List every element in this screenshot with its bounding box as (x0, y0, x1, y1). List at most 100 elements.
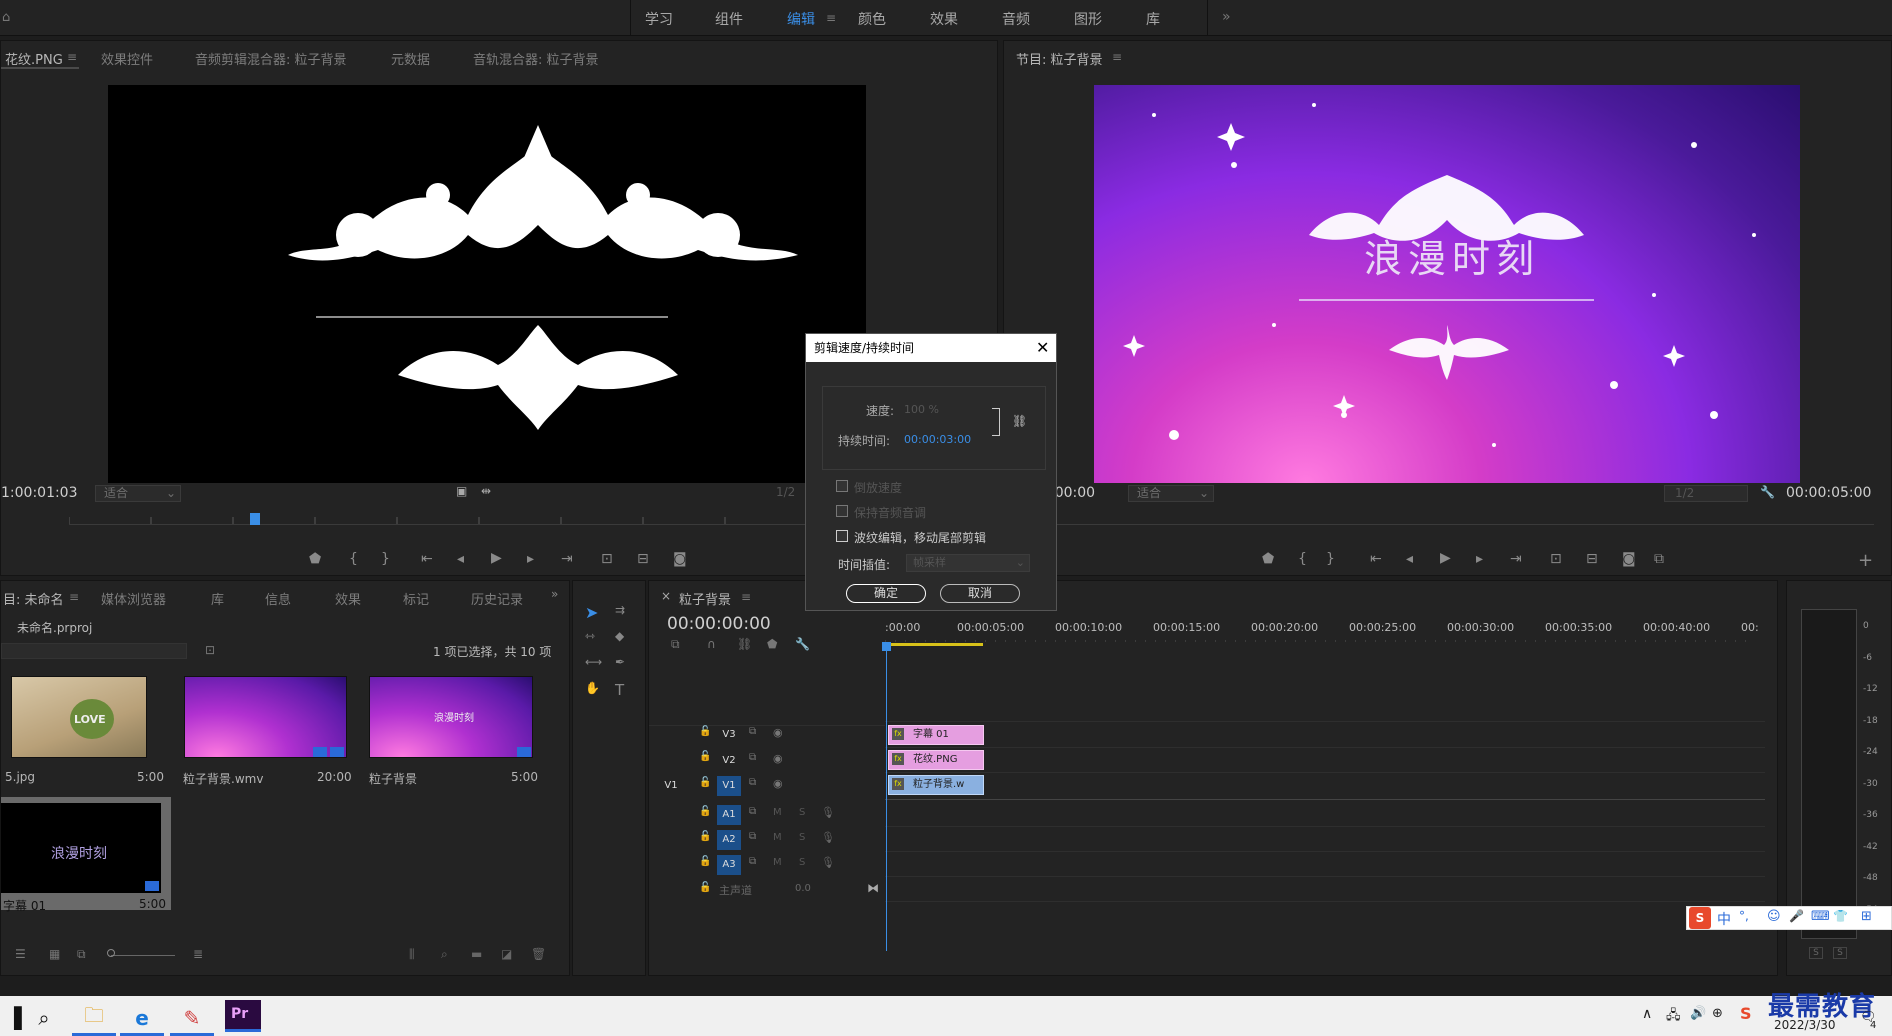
eye-icon[interactable]: ◉ (773, 726, 783, 739)
meter-solo-button[interactable]: S (1809, 947, 1823, 959)
tab-media-browser[interactable]: 媒体浏览器 (101, 589, 166, 608)
track-a2-label[interactable]: A2 (717, 830, 741, 850)
keep-pitch-checkbox[interactable] (836, 505, 848, 517)
source-resolution[interactable]: 1/2 (776, 485, 795, 499)
item-name[interactable]: 粒子背景 (369, 770, 417, 787)
source-playhead[interactable] (250, 513, 260, 525)
tab-menu-icon[interactable]: ≡ (741, 590, 751, 604)
tab-audio-track-mixer[interactable]: 音轨混合器: 粒子背景 (473, 49, 599, 68)
paint-icon[interactable]: ✎ (170, 1000, 214, 1036)
go-to-in-icon[interactable]: ⇤ (1370, 551, 1382, 567)
go-to-out-icon[interactable]: ⇥ (1510, 551, 1522, 567)
type-tool-icon[interactable]: T (615, 681, 624, 699)
program-scrubber[interactable] (1014, 511, 1874, 525)
workspace-color[interactable]: 颜色 (858, 9, 886, 29)
workspace-menu-icon[interactable]: ≡ (826, 11, 836, 25)
time-ruler[interactable]: :00:00 00:00:05:00 00:00:10:00 00:00:15:… (885, 617, 1759, 647)
sync-lock-icon[interactable]: ⧉ (749, 752, 756, 763)
zoom-slider-handle[interactable] (107, 949, 115, 957)
add-marker-icon[interactable]: ⬟ (767, 637, 777, 651)
master-volume-value[interactable]: 0.0 (795, 883, 811, 894)
file-explorer-icon[interactable]: 🗀 (72, 1000, 116, 1036)
tab-project[interactable]: 目: 未命名 (3, 589, 64, 608)
mark-in-icon[interactable]: { (349, 551, 358, 567)
workspace-effects[interactable]: 效果 (930, 9, 958, 29)
trash-icon[interactable]: 🗑 (531, 947, 546, 961)
thumb-particle-sequence[interactable]: 浪漫时刻 (369, 676, 533, 758)
ime-keyboard-icon[interactable]: ⌨ (1811, 909, 1830, 924)
meter-solo-button[interactable]: S (1833, 947, 1847, 959)
eye-icon[interactable]: ◉ (773, 777, 783, 790)
tab-program[interactable]: 节目: 粒子背景 (1016, 49, 1103, 68)
new-bin-icon[interactable]: ▬ (471, 947, 482, 961)
cancel-button[interactable]: 取消 (940, 584, 1020, 603)
lock-icon[interactable]: 🔓 (699, 751, 711, 762)
sync-lock-icon[interactable]: ⧉ (749, 726, 756, 737)
sogou-logo-icon[interactable]: S (1689, 907, 1711, 929)
zoom-slider[interactable] (111, 955, 175, 956)
tab-effect-controls[interactable]: 效果控件 (101, 49, 153, 68)
track-a1-label[interactable]: A1 (717, 805, 741, 825)
extract-icon[interactable]: ⊟ (1586, 551, 1598, 567)
edge-browser-icon[interactable]: e (120, 1000, 164, 1036)
lock-icon[interactable]: 🔓 (699, 777, 711, 788)
solo-button[interactable]: S (799, 832, 805, 843)
hand-tool-icon[interactable]: ✋ (585, 681, 600, 695)
source-fit-dropdown[interactable]: 适合 ⌄ (95, 485, 181, 502)
program-fit-dropdown[interactable]: 适合 ⌄ (1128, 485, 1214, 502)
razor-tool-icon[interactable]: ◆ (615, 629, 624, 643)
ripple-edit-tool-icon[interactable]: ⇿ (585, 629, 595, 643)
workspace-libraries[interactable]: 库 (1146, 9, 1160, 29)
lock-icon[interactable]: 🔓 (699, 882, 711, 893)
timeline-settings-icon[interactable]: 🔧 (795, 637, 810, 651)
tray-expand-icon[interactable]: ∧ (1642, 1006, 1652, 1022)
home-icon[interactable]: ⌂ (2, 10, 10, 25)
overwrite-icon[interactable]: ⊟ (637, 551, 649, 567)
snap-icon[interactable]: ∩ (707, 637, 716, 651)
lock-icon[interactable]: 🔓 (699, 856, 711, 867)
sync-lock-icon[interactable]: ⧉ (749, 856, 756, 867)
program-resolution-dropdown[interactable]: 1/2 (1664, 485, 1748, 502)
lock-icon[interactable]: 🔓 (699, 806, 711, 817)
item-name[interactable]: 5.jpg (5, 770, 35, 784)
close-icon[interactable]: × (661, 589, 671, 603)
ripple-edit-checkbox[interactable] (836, 530, 848, 542)
tab-menu-icon[interactable]: ≡ (1112, 50, 1122, 64)
timeline-playhead-handle[interactable] (882, 642, 891, 651)
tab-audio-clip-mixer[interactable]: 音频剪辑混合器: 粒子背景 (195, 49, 347, 68)
tab-history[interactable]: 历史记录 (471, 589, 523, 608)
workspace-graphics[interactable]: 图形 (1074, 9, 1102, 29)
mute-button[interactable]: M (773, 857, 782, 868)
new-item-icon[interactable]: ◪ (501, 947, 512, 961)
icon-view-icon[interactable]: ▦ (49, 947, 60, 961)
ime-skin-icon[interactable]: 👕 (1833, 909, 1848, 923)
thumb-particle-wmv[interactable] (184, 676, 347, 758)
pen-tool-icon[interactable]: ✒ (615, 655, 625, 669)
work-area-bar[interactable] (885, 643, 983, 646)
premiere-taskbar-icon[interactable]: Pr (225, 1000, 261, 1032)
tab-effects[interactable]: 效果 (335, 589, 361, 608)
list-view-icon[interactable]: ☰ (15, 947, 26, 961)
workspace-audio[interactable]: 音频 (1002, 9, 1030, 29)
eye-icon[interactable]: ◉ (773, 752, 783, 765)
tab-info[interactable]: 信息 (265, 589, 291, 608)
go-to-in-icon[interactable]: ⇤ (421, 551, 433, 567)
nest-icon[interactable]: ⧉ (671, 637, 680, 652)
tab-menu-icon[interactable]: ≡ (67, 50, 77, 64)
thumb-5-jpg[interactable]: LOVE (11, 676, 147, 758)
selection-tool-icon[interactable]: ➤ (585, 603, 598, 622)
search-icon[interactable]: ⌕ (22, 1000, 66, 1036)
lock-icon[interactable]: 🔓 (699, 726, 711, 737)
ime-tray-icon[interactable]: ⊕ (1712, 1006, 1723, 1021)
reverse-speed-checkbox[interactable] (836, 480, 848, 492)
ime-voice-icon[interactable]: 🎤 (1789, 909, 1804, 923)
linked-selection-icon[interactable]: ⛓ (737, 637, 752, 651)
play-icon[interactable]: ▶ (1440, 550, 1451, 566)
time-interpolation-dropdown[interactable]: 帧采样 ⌄ (906, 554, 1030, 572)
network-icon[interactable]: 🖧 (1666, 1006, 1681, 1028)
timeline-playhead[interactable] (886, 645, 887, 951)
selected-item-highlight[interactable]: 浪漫时刻 字幕 01 5:00 (1, 797, 171, 913)
add-marker-icon[interactable]: ⬟ (1262, 551, 1274, 567)
mark-out-icon[interactable]: } (381, 551, 390, 567)
track-select-tool-icon[interactable]: ⇉ (615, 603, 625, 617)
